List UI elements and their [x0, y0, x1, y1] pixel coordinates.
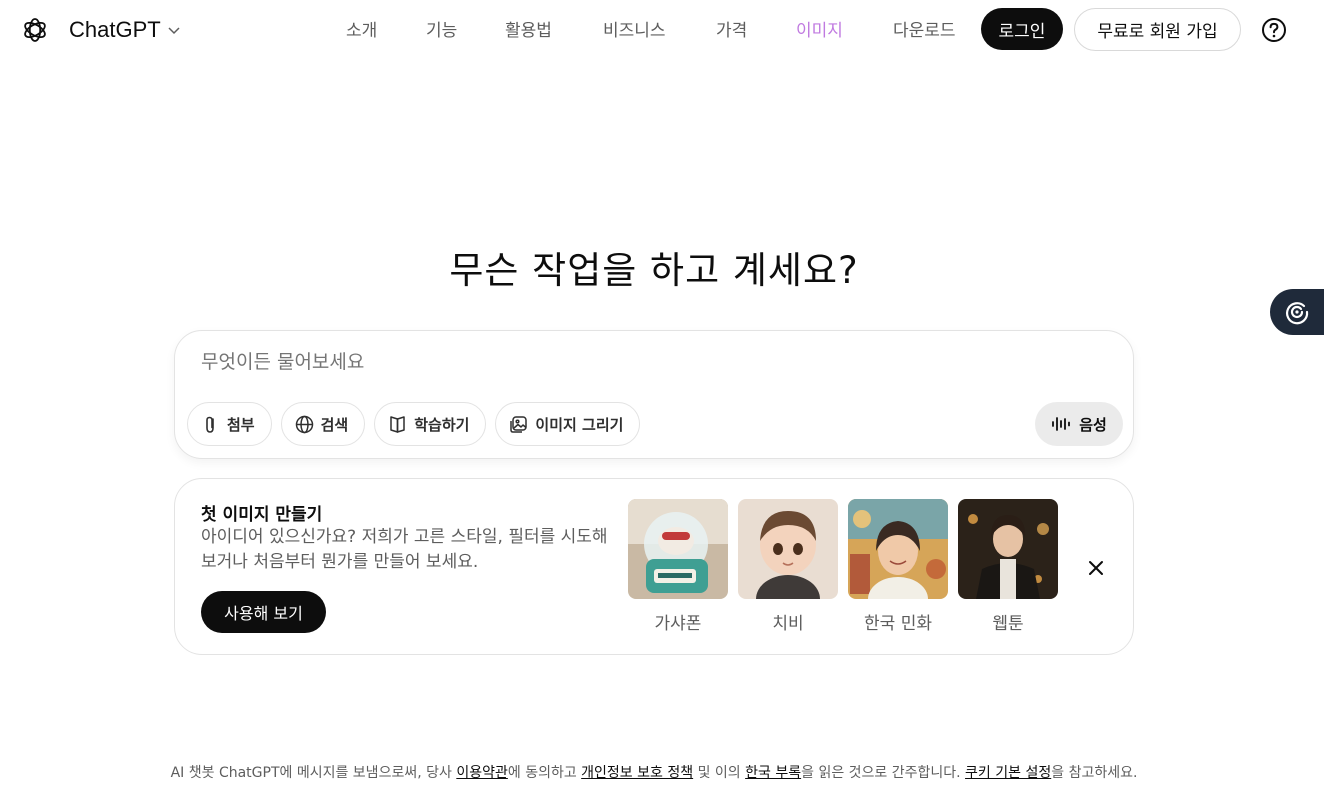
promo-description: 아이디어 있으신가요? 저희가 고른 스타일, 필터를 시도해 보거나 처음부터…: [201, 527, 608, 572]
footer-text: 및 이의: [693, 765, 746, 781]
style-gachapon[interactable]: 가샤폰: [628, 499, 728, 634]
page-title: 무슨 작업을 하고 계세요?: [449, 249, 859, 292]
prompt-input[interactable]: [201, 351, 1001, 373]
voice-label: 음성: [1079, 415, 1107, 434]
minhwa-thumbnail: [848, 499, 948, 599]
login-button[interactable]: 로그인: [981, 8, 1063, 50]
side-assistant-tab[interactable]: [1270, 289, 1324, 335]
gachapon-thumbnail: [628, 499, 728, 599]
footer-text: 을 읽은 것으로 간주합니다.: [801, 765, 966, 781]
nav-images[interactable]: 이미지: [796, 16, 843, 41]
book-icon: [390, 415, 405, 433]
nav-pricing[interactable]: 가격: [716, 16, 747, 41]
prompt-composer: 첨부 검색 학습하기 이미지 그리기 음성: [174, 330, 1134, 459]
terms-link[interactable]: 이용약관: [456, 765, 508, 781]
paperclip-icon: [206, 416, 214, 433]
composer-tools: 첨부 검색 학습하기 이미지 그리기: [187, 402, 641, 446]
draw-image-label: 이미지 그리기: [535, 415, 624, 434]
korea-addendum-link[interactable]: 한국 부록: [745, 765, 801, 781]
nav-use-cases[interactable]: 활용법: [505, 16, 552, 41]
privacy-link[interactable]: 개인정보 보호 정책: [581, 765, 693, 781]
study-button[interactable]: 학습하기: [374, 402, 487, 446]
style-label: 치비: [772, 614, 804, 634]
try-it-button[interactable]: 사용해 보기: [201, 591, 326, 633]
study-label: 학습하기: [414, 415, 470, 434]
globe-icon: [295, 415, 313, 433]
footer-text: 에 동의하고: [507, 765, 582, 781]
draw-image-button[interactable]: 이미지 그리기: [495, 402, 641, 446]
style-presets: 가샤폰 치비 한국 민화 웹툰: [628, 499, 1058, 634]
style-label: 웹툰: [992, 614, 1024, 634]
chibi-thumbnail: [738, 499, 838, 599]
style-webtoon[interactable]: 웹툰: [958, 499, 1058, 634]
image-promo-card: 첫 이미지 만들기 아이디어 있으신가요? 저희가 고른 스타일, 필터를 시도…: [174, 478, 1134, 655]
nav-download[interactable]: 다운로드: [893, 16, 956, 41]
close-icon[interactable]: [1085, 557, 1107, 579]
image-icon: [510, 415, 528, 433]
top-header: ChatGPT 소개 기능 활용법 비즈니스 가격 이미지 다운로드 로그인 무…: [0, 0, 1324, 60]
nav-features[interactable]: 기능: [426, 16, 457, 41]
question-circle-icon[interactable]: [1261, 17, 1287, 43]
legal-footer: AI 챗봇 ChatGPT에 메시지를 보냄으로써, 당사 이용약관에 동의하고…: [0, 762, 1308, 782]
search-button[interactable]: 검색: [280, 402, 366, 446]
spiral-icon: [1285, 302, 1309, 325]
search-label: 검색: [320, 415, 349, 434]
promo-title: 첫 이미지 만들기: [201, 505, 323, 525]
attach-button[interactable]: 첨부: [187, 402, 272, 446]
nav-about[interactable]: 소개: [346, 16, 377, 41]
nav-business[interactable]: 비즈니스: [603, 16, 666, 41]
voice-button[interactable]: 음성: [1035, 402, 1123, 446]
webtoon-thumbnail: [958, 499, 1058, 599]
style-label: 가샤폰: [654, 614, 702, 634]
footer-text: 을 참고하세요.: [1051, 765, 1138, 781]
signup-button[interactable]: 무료로 회원 가입: [1074, 8, 1241, 51]
style-label: 한국 민화: [864, 614, 932, 634]
waveform-icon: [1052, 417, 1071, 431]
footer-text: AI 챗봇 ChatGPT에 메시지를 보냄으로써, 당사: [170, 765, 457, 781]
cookie-settings-link[interactable]: 쿠키 기본 설정: [965, 765, 1051, 781]
attach-label: 첨부: [227, 415, 255, 434]
style-korean-minhwa[interactable]: 한국 민화: [848, 499, 948, 634]
style-chibi[interactable]: 치비: [738, 499, 838, 634]
